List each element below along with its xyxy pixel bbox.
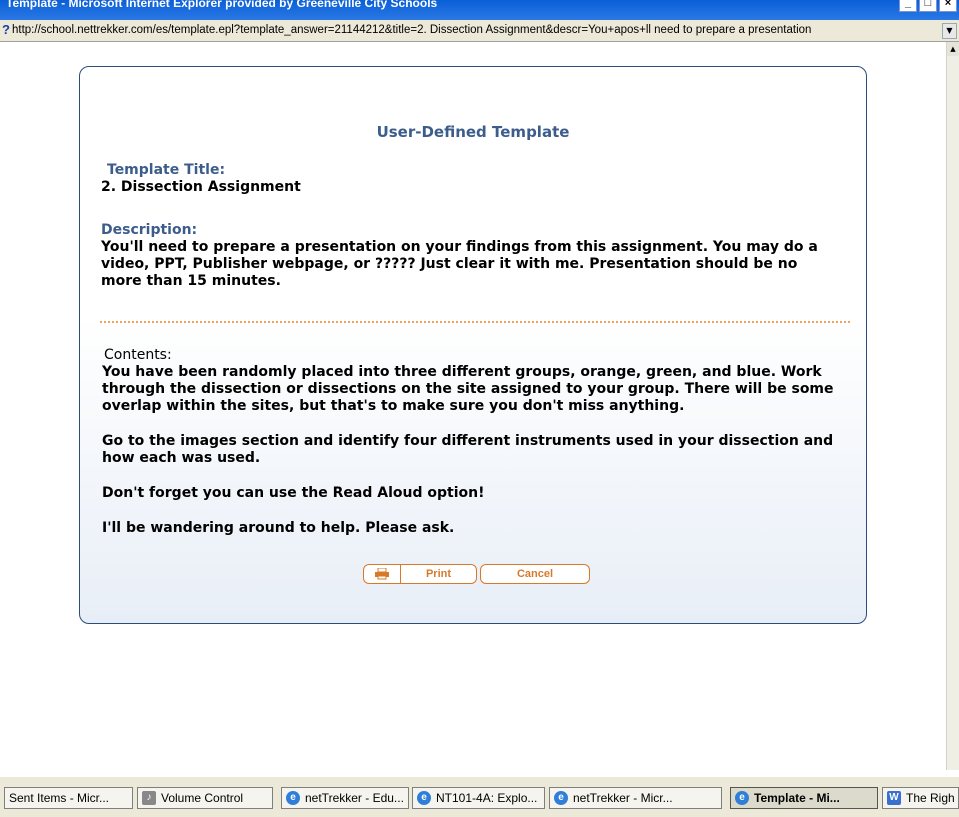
template-title-label: Template Title:: [107, 162, 226, 178]
url-dropdown-icon[interactable]: ▼: [942, 23, 957, 39]
vertical-scrollbar[interactable]: ▲: [946, 42, 959, 770]
dialog-buttons: Print Cancel: [363, 564, 590, 584]
taskbar-item-the-right[interactable]: W The Righ: [882, 787, 959, 809]
contents-label: Contents:: [104, 347, 172, 363]
scroll-up-icon[interactable]: ▲: [947, 42, 959, 56]
ie-icon: e: [554, 791, 568, 805]
taskbar-item-label: Template - Mi...: [754, 791, 840, 805]
taskbar-item-label: NT101-4A: Explo...: [436, 791, 538, 805]
template-dialog: User-Defined Template Template Title: 2.…: [79, 66, 867, 624]
description-label: Description:: [101, 222, 198, 238]
taskbar-item-label: netTrekker - Edu...: [305, 791, 404, 805]
minimize-button[interactable]: _: [899, 0, 917, 12]
window-controls: _ □ ×: [899, 0, 957, 12]
page-icon: ?: [2, 22, 10, 37]
volume-icon: ♪: [142, 791, 156, 805]
maximize-button[interactable]: □: [919, 0, 937, 12]
ie-icon: e: [286, 791, 300, 805]
taskbar-item-template[interactable]: e Template - Mi...: [730, 787, 878, 809]
printer-icon: [364, 565, 401, 583]
taskbar-item-label: The Righ: [906, 791, 955, 805]
dialog-heading: User-Defined Template: [376, 123, 570, 141]
window-titlebar: Template - Microsoft Internet Explorer p…: [0, 0, 959, 20]
contents-paragraph: You have been randomly placed into three…: [102, 364, 834, 414]
window-title: Template - Microsoft Internet Explorer p…: [6, 0, 438, 10]
contents-paragraph: Go to the images section and identify fo…: [102, 433, 834, 466]
taskbar-item-nt101[interactable]: e NT101-4A: Explo...: [412, 787, 545, 809]
taskbar-item-volume-control[interactable]: ♪ Volume Control: [137, 787, 273, 809]
template-title-value: 2. Dissection Assignment: [101, 179, 301, 195]
taskbar-item-sent-items[interactable]: Sent Items - Micr...: [4, 787, 133, 809]
cancel-button[interactable]: Cancel: [480, 564, 590, 584]
url-field[interactable]: http://school.nettrekker.com/es/template…: [12, 22, 940, 38]
word-document-icon: W: [887, 791, 901, 805]
print-button[interactable]: Print: [363, 564, 477, 584]
taskbar-item-label: netTrekker - Micr...: [573, 791, 673, 805]
taskbar-item-nettrekker-edu[interactable]: e netTrekker - Edu...: [281, 787, 409, 809]
address-bar: ? http://school.nettrekker.com/es/templa…: [0, 20, 959, 42]
taskbar-item-label: Sent Items - Micr...: [9, 791, 110, 805]
ie-icon: e: [735, 791, 749, 805]
print-label: Print: [425, 568, 452, 580]
taskbar-item-label: Volume Control: [161, 791, 244, 805]
ie-icon: e: [417, 791, 431, 805]
taskbar-item-nettrekker-micr[interactable]: e netTrekker - Micr...: [549, 787, 722, 809]
contents-paragraph: Don't forget you can use the Read Aloud …: [102, 485, 485, 501]
section-divider: [100, 321, 850, 323]
description-value: You'll need to prepare a presentation on…: [101, 239, 818, 289]
close-button[interactable]: ×: [939, 0, 957, 12]
contents-paragraph: I'll be wandering around to help. Please…: [102, 520, 455, 536]
taskbar: Sent Items - Micr... ♪ Volume Control e …: [0, 776, 959, 817]
